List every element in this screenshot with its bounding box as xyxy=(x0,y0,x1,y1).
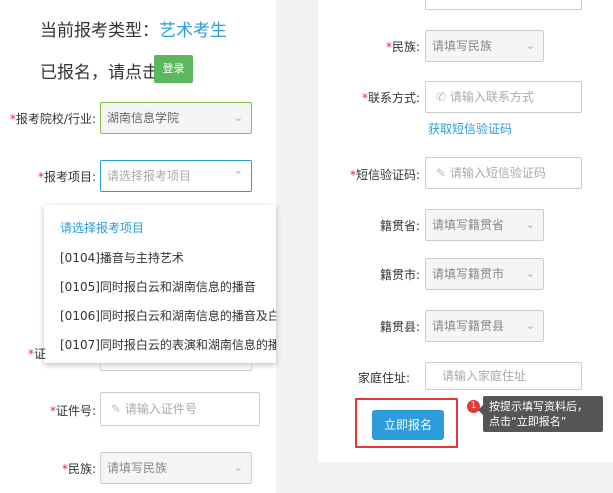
dropdown-option[interactable]: [0106]同时报白云和湖南信息的播音及白云的编导 xyxy=(60,307,276,324)
registration-type-label: 当前报考类型： xyxy=(40,21,159,41)
contact-input[interactable]: ✆ 请输入联系方式 xyxy=(425,81,582,113)
ethnicity-select[interactable]: 请填写民族 ⌄ xyxy=(100,452,252,484)
phone-icon: ✆ xyxy=(436,90,447,104)
registered-text: 已报名，请点击 xyxy=(40,63,159,83)
chevron-down-icon: ⌄ xyxy=(525,218,535,231)
chevron-down-icon: ⌄ xyxy=(525,267,535,280)
login-button[interactable]: 登录 xyxy=(154,55,193,83)
id-type-select-partial[interactable] xyxy=(100,363,252,371)
get-sms-code-link[interactable]: 获取短信验证码 xyxy=(428,120,512,137)
project-dropdown: 请选择报考项目 [0104]播音与主持艺术 [0105]同时报白云和湖南信息的播… xyxy=(44,205,276,363)
county-placeholder: 请填写籍贯县 xyxy=(432,319,505,333)
registration-type: 当前报考类型：艺术考生 xyxy=(40,16,227,41)
registration-type-value: 艺术考生 xyxy=(159,21,227,41)
edit-icon: ✎ xyxy=(111,402,122,416)
address-label: 家庭住址: xyxy=(357,371,410,385)
tip-tooltip-text: 按提示填写资料后，点击“立即报名” xyxy=(489,400,588,428)
province-placeholder: 请填写籍贯省 xyxy=(432,218,505,232)
submit-button[interactable]: 立即报名 xyxy=(372,410,444,440)
tooltip-arrow xyxy=(478,405,483,415)
city-placeholder: 请填写籍贯市 xyxy=(432,267,505,281)
city-select[interactable]: 请填写籍贯市 ⌄ xyxy=(425,258,544,290)
id-type-label-partial: *证 xyxy=(28,347,47,361)
address-input[interactable]: 请输入家庭住址 xyxy=(425,362,582,390)
county-select[interactable]: 请填写籍贯县 ⌄ xyxy=(425,310,544,342)
project-select[interactable]: 请选择报考项目 ⌃ xyxy=(100,160,252,192)
right-ethnicity-select[interactable]: 请填写民族 ⌄ xyxy=(425,30,544,62)
province-label: 籍贯省: xyxy=(379,219,420,233)
school-select-value: 湖南信息学院 xyxy=(107,111,180,125)
dropdown-option[interactable]: [0107]同时报白云的表演和湖南信息的播音 xyxy=(60,336,276,353)
address-placeholder: 请输入家庭住址 xyxy=(442,369,527,383)
id-number-input[interactable]: ✎ 请输入证件号 xyxy=(100,392,260,426)
chevron-down-icon: ⌄ xyxy=(525,319,535,332)
sms-code-label: *短信验证码: xyxy=(349,168,420,182)
ethnicity-label: *民族: xyxy=(61,462,96,476)
project-label: *报考项目: xyxy=(37,170,96,184)
tip-tooltip: 按提示填写资料后，点击“立即报名” xyxy=(483,396,603,432)
chevron-up-icon: ⌃ xyxy=(233,169,243,182)
chevron-down-icon: ⌄ xyxy=(233,461,243,474)
chevron-down-icon: ⌄ xyxy=(233,111,243,124)
dropdown-option[interactable]: [0104]播音与主持艺术 xyxy=(60,249,184,266)
school-select[interactable]: 湖南信息学院 ⌄ xyxy=(100,102,252,134)
project-select-placeholder: 请选择报考项目 xyxy=(107,169,192,183)
sms-code-placeholder: 请输入短信验证码 xyxy=(449,166,546,180)
right-ethnicity-label: *民族: xyxy=(385,40,420,54)
school-label: *报考院校/行业: xyxy=(9,112,96,126)
contact-placeholder: 请输入联系方式 xyxy=(449,90,534,104)
id-number-label: *证件号: xyxy=(49,404,96,418)
county-label: 籍贯县: xyxy=(379,320,420,334)
id-number-placeholder: 请输入证件号 xyxy=(124,402,197,416)
edit-icon: ✎ xyxy=(436,166,447,180)
top-field-partial[interactable] xyxy=(425,0,582,10)
contact-label: *联系方式: xyxy=(361,91,420,105)
province-select[interactable]: 请填写籍贯省 ⌄ xyxy=(425,209,544,241)
ethnicity-select-placeholder: 请填写民族 xyxy=(107,461,168,475)
dropdown-header: 请选择报考项目 xyxy=(60,221,145,235)
city-label: 籍贯市: xyxy=(379,268,420,282)
sms-code-input[interactable]: ✎ 请输入短信验证码 xyxy=(425,157,582,189)
dropdown-option[interactable]: [0105]同时报白云和湖南信息的播音 xyxy=(60,278,256,295)
right-ethnicity-placeholder: 请填写民族 xyxy=(432,39,493,53)
chevron-down-icon: ⌄ xyxy=(525,39,535,52)
